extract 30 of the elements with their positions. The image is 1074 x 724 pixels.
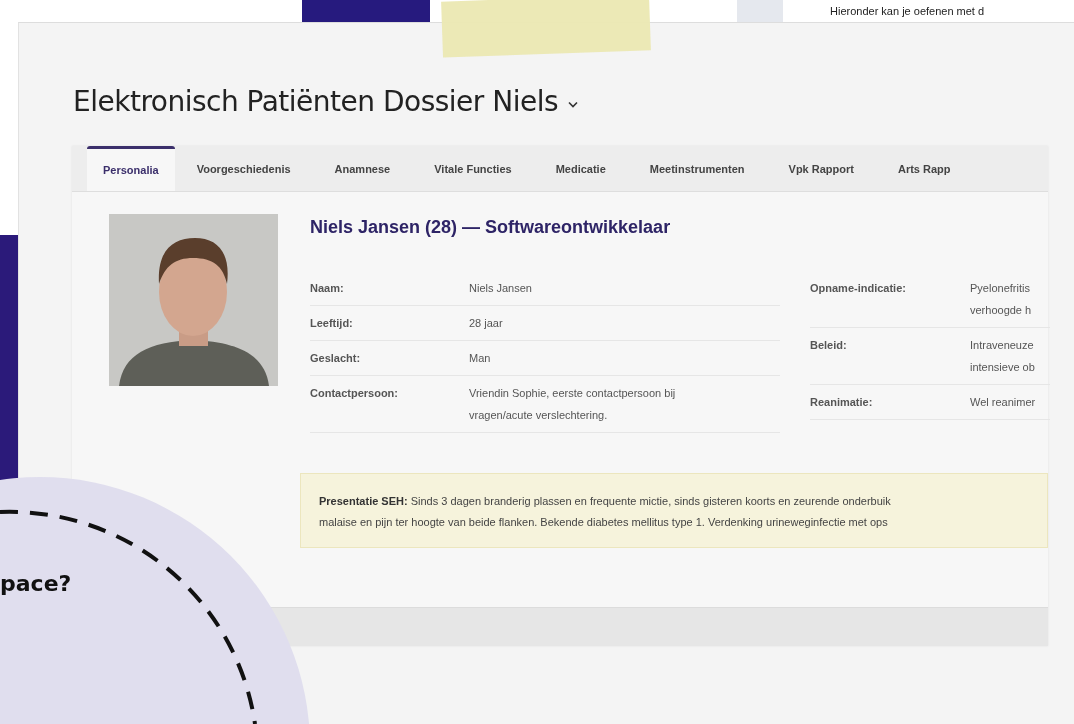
field-value: Intraveneuze intensieve ob <box>970 338 1035 375</box>
field-value: Pyelonefritis verhoogde h <box>970 281 1032 318</box>
tab[interactable]: Personalia <box>87 146 175 191</box>
field-value: Niels Jansen <box>469 281 532 296</box>
note-text: Presentatie SEH: Sinds 3 dagen branderig plassen en frequente mictie, sinds gisteren koorts en zeurende onderbuik <box>319 494 891 509</box>
backdrop-strip <box>737 0 783 22</box>
field-label: Leeftijd: <box>310 316 354 331</box>
field-value: Man <box>469 351 491 366</box>
field-label: Geslacht: <box>310 351 362 366</box>
field-label: Naam: <box>310 281 345 296</box>
field-label: Beleid: <box>810 338 848 353</box>
tab[interactable]: Vitale Functies <box>412 146 534 191</box>
tab[interactable]: Vpk Rapport <box>766 146 876 191</box>
field-value: 28 jaar <box>469 316 503 331</box>
tab[interactable]: Arts Rapp <box>875 146 973 191</box>
chevron-down-icon[interactable] <box>568 100 579 108</box>
field-label: Opname-indicatie: <box>810 281 907 296</box>
field-label: Reanimatie: <box>810 395 874 410</box>
patient-heading: Niels Jansen (28) — Softwareontwikkelaar <box>310 216 672 239</box>
tab[interactable]: Anamnese <box>312 146 413 191</box>
intro-text: Hieronder kan je oefenen met d <box>830 5 985 17</box>
field-value: Wel reanimer <box>970 395 1036 410</box>
field-value: Vriendin Sophie, eerste contactpersoon bij vragen/acute verslechtering. <box>469 386 676 423</box>
page-title: Elektronisch Patiënten Dossier Niels <box>73 84 559 118</box>
field-label: Contactpersoon: <box>310 386 399 401</box>
bubble-text: pace? <box>0 571 72 596</box>
tab[interactable]: Voorgeschiedenis <box>174 146 313 191</box>
note-text: malaise en pijn ter hoogte van beide flanken. Bekende diabetes mellitus type 1. Verdenking urineweginfectie met ops <box>319 515 888 530</box>
tab[interactable]: Meetinstrumenten <box>627 146 767 191</box>
tab[interactable]: Medicatie <box>533 146 628 191</box>
